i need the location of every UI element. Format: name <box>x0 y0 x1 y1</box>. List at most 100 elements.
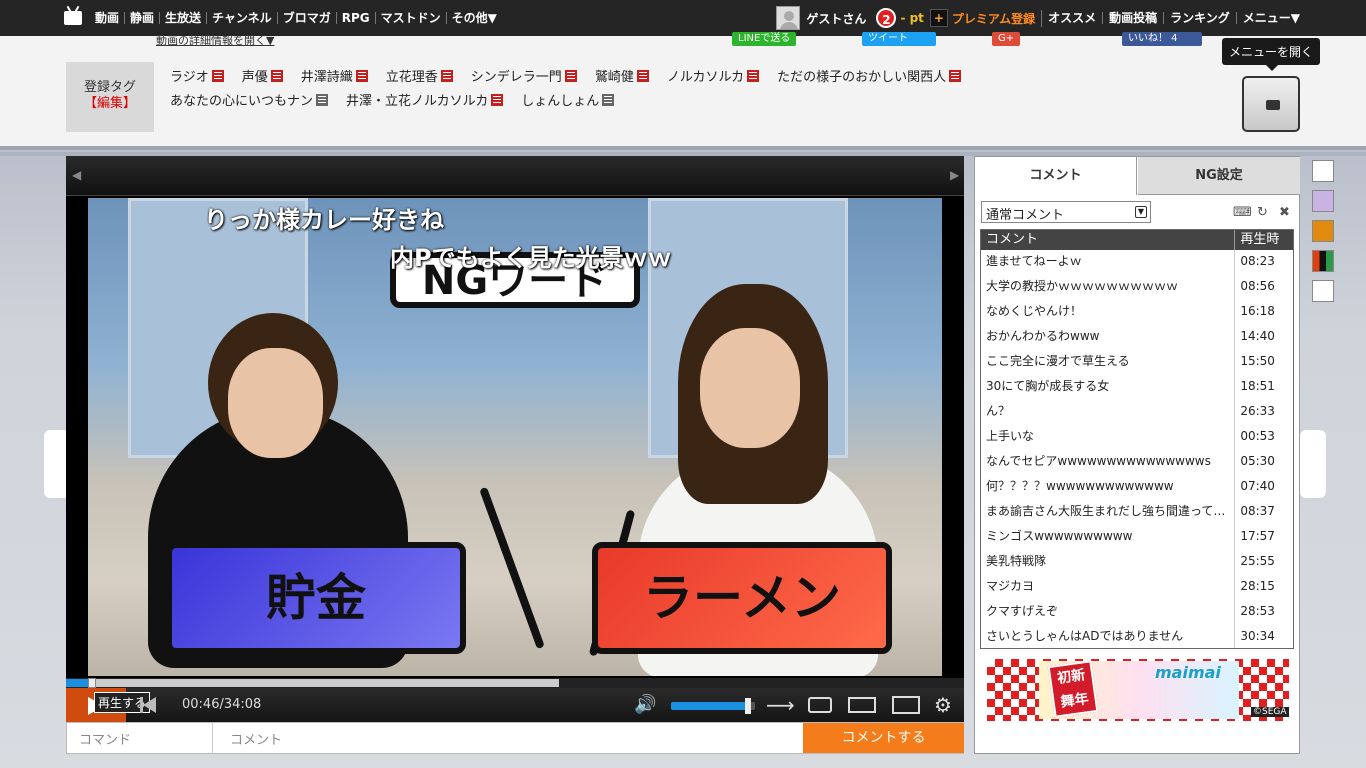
comment-row[interactable]: 美乳特戦隊 25:55 <box>981 550 1293 575</box>
notification-badge[interactable]: 2 <box>876 8 897 28</box>
tag-item[interactable]: しょんしょん <box>521 90 615 109</box>
nav-blomaga[interactable]: ブロマガ <box>278 12 337 24</box>
tag-item[interactable]: ノルカソルカ <box>667 66 760 85</box>
nav-recommend[interactable]: オススメ <box>1042 12 1104 24</box>
screen-size-icon[interactable] <box>848 697 876 713</box>
prev-arrow-icon[interactable]: ◀ <box>72 168 82 184</box>
nav-channel[interactable]: チャンネル <box>207 12 278 24</box>
comment-row[interactable]: マジカヨ 28:15 <box>981 575 1293 600</box>
nav-seiga[interactable]: 静画 <box>125 12 161 24</box>
comment-row[interactable]: 何？？？？wwwwwwwwwwwww 07:40 <box>981 475 1293 500</box>
nav-video[interactable]: 動画 <box>90 12 126 24</box>
nav-menu[interactable]: メニュー▼ <box>1237 12 1306 24</box>
seek-bar[interactable] <box>66 678 964 688</box>
post-comment-button[interactable]: コメントする <box>803 723 964 753</box>
comment-row[interactable]: なめくじやんけ！ 16:18 <box>981 300 1293 325</box>
comment-row[interactable]: まあ諭吉さん大阪生まれだし強ち間違ってない 08:37 <box>981 500 1293 525</box>
niconico-tv-icon[interactable] <box>64 11 82 25</box>
fullscreen-icon[interactable] <box>892 696 920 714</box>
tag-text[interactable]: あなたの心にいつもナン <box>170 90 313 109</box>
comment-row[interactable]: 進ませてねーよｗ 08:23 <box>981 250 1293 275</box>
comment-row[interactable]: ミンゴスwwwwwwwwww 17:57 <box>981 525 1293 550</box>
tag-item[interactable]: シンデレラ一門 <box>471 66 577 85</box>
tag-item[interactable]: 声優 <box>242 66 283 85</box>
tag-item[interactable]: ラジオ <box>170 66 224 85</box>
side-game-icon[interactable] <box>1312 220 1334 242</box>
dictionary-icon[interactable] <box>316 93 329 106</box>
tag-text[interactable]: 鷲崎健 <box>595 66 634 85</box>
skip-back-icon[interactable] <box>140 697 156 713</box>
keyboard-icon[interactable]: ⌨ <box>1233 205 1252 220</box>
video-frame[interactable]: NGワード 貯金 ラーメン りっか様カレー好きね 内Pでもよく見た光景ｗｗ <box>88 198 942 676</box>
nav-other[interactable]: その他▼ <box>447 12 502 24</box>
tag-item[interactable]: 井澤・立花ノルカソルカ <box>346 90 504 109</box>
tag-item[interactable]: ただの様子のおかしい関西人 <box>777 66 962 85</box>
comment-row[interactable]: クマすげえぞ 28:53 <box>981 600 1293 625</box>
side-character-icon[interactable] <box>1312 190 1334 212</box>
tweet-button[interactable]: ツイート <box>862 32 936 46</box>
column-comment[interactable]: コメント <box>981 230 1236 250</box>
video-details-link[interactable]: 動画の詳細情報を開く▼ <box>156 32 274 48</box>
tag-text[interactable]: 井澤・立花ノルカソルカ <box>346 90 488 109</box>
column-time[interactable]: 再生時 <box>1235 230 1293 250</box>
tag-text[interactable]: シンデレラ一門 <box>471 66 562 85</box>
dictionary-icon[interactable] <box>270 69 283 82</box>
tag-item[interactable]: 井澤詩織 <box>301 66 368 85</box>
facebook-like-button[interactable]: いいね！ 4 <box>1122 32 1202 46</box>
volume-handle[interactable] <box>744 698 751 714</box>
dictionary-icon[interactable] <box>949 69 962 82</box>
tab-ng-settings[interactable]: NG設定 <box>1138 157 1300 195</box>
open-menu-button[interactable] <box>1242 76 1300 132</box>
dictionary-icon[interactable] <box>747 69 760 82</box>
nav-upload[interactable]: 動画投稿 <box>1103 12 1165 24</box>
comment-row[interactable]: 上手いな 00:53 <box>981 425 1293 450</box>
comment-row[interactable]: 大学の教授かｗｗｗｗｗｗｗｗｗｗ 08:56 <box>981 275 1293 300</box>
comment-row[interactable]: なんでセピアwwwwwwwwwwwwwwws 05:30 <box>981 450 1293 475</box>
close-icon[interactable]: ✖ <box>1279 205 1290 220</box>
nav-rpg[interactable]: RPG <box>337 12 376 24</box>
dictionary-icon[interactable] <box>491 93 504 106</box>
tag-text[interactable]: しょんしょん <box>521 90 599 109</box>
tag-text[interactable]: ラジオ <box>170 66 209 85</box>
tab-comment[interactable]: コメント <box>975 157 1137 195</box>
comment-toggle-icon[interactable] <box>808 697 832 713</box>
repeat-arrow-icon[interactable]: ⟶ <box>766 694 795 716</box>
premium-register-link[interactable]: プレミアム登録 <box>952 9 1043 27</box>
volume-icon[interactable]: 🔊 <box>634 694 656 716</box>
comment-row[interactable]: おかんわかるわwww 14:40 <box>981 325 1293 350</box>
user-avatar-icon[interactable] <box>776 6 801 30</box>
dictionary-icon[interactable] <box>602 93 615 106</box>
next-arrow-icon[interactable]: ▶ <box>950 168 960 184</box>
comment-row[interactable]: 30にて胸が成長する女 18:51 <box>981 375 1293 400</box>
premium-plus-icon[interactable]: + <box>929 9 948 27</box>
tag-text[interactable]: 立花理香 <box>386 66 438 85</box>
seek-handle[interactable] <box>87 678 96 688</box>
settings-gear-icon[interactable]: ⚙ <box>934 694 952 716</box>
command-input[interactable]: コマンド <box>67 723 213 753</box>
tag-text[interactable]: ノルカソルカ <box>667 66 744 85</box>
tag-item[interactable]: あなたの心にいつもナン <box>170 90 329 109</box>
dictionary-icon[interactable] <box>440 69 453 82</box>
comment-row[interactable]: ん？ 26:33 <box>981 400 1293 425</box>
nav-live[interactable]: 生放送 <box>160 12 208 24</box>
guest-name[interactable]: ゲストさん <box>806 10 866 27</box>
nav-ranking[interactable]: ランキング <box>1164 12 1237 24</box>
comment-row[interactable]: さいとうしゃんはADではありません 30:34 <box>981 625 1293 648</box>
side-flag-icon[interactable] <box>1312 250 1334 272</box>
side-panel-icon[interactable] <box>1312 160 1334 182</box>
dictionary-icon[interactable] <box>636 69 649 82</box>
comment-type-select[interactable]: 通常コメント ▼ <box>981 201 1151 223</box>
volume-slider[interactable] <box>671 698 755 714</box>
comment-input[interactable]: コメント <box>214 723 802 753</box>
tag-item[interactable]: 立花理香 <box>386 66 453 85</box>
maimai-ad-banner[interactable]: 初新舞年 maimai ©SEGA <box>987 659 1289 721</box>
tag-item[interactable]: 鷲崎健 <box>595 66 649 85</box>
refresh-icon[interactable]: ↻ <box>1257 205 1268 220</box>
comment-row[interactable]: ここ完全に漫才で草生える 15:50 <box>981 350 1293 375</box>
line-share-button[interactable]: LINEで送る <box>732 32 797 46</box>
side-blank-icon[interactable] <box>1312 280 1334 302</box>
gplus-button[interactable]: G+ <box>992 32 1021 46</box>
nav-mastodon[interactable]: マストドン <box>376 12 447 24</box>
dictionary-icon[interactable] <box>355 69 368 82</box>
dictionary-icon[interactable] <box>211 69 224 82</box>
